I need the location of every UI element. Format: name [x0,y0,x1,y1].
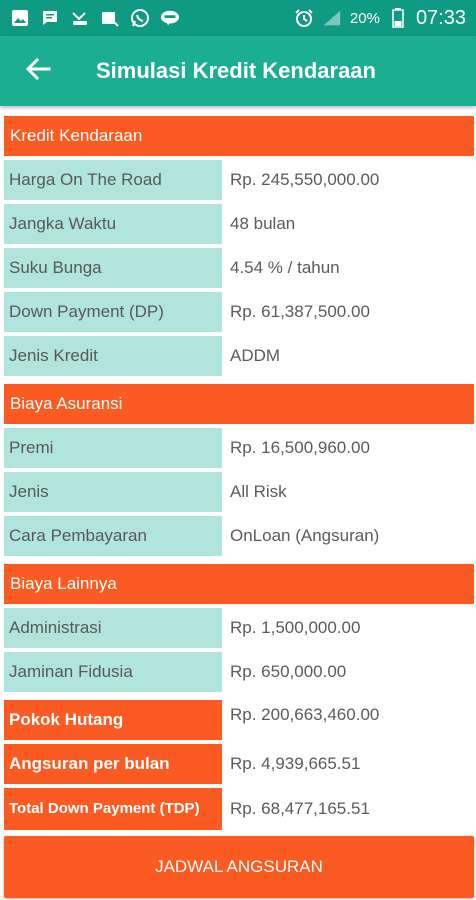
label-angsuran-per-bulan: Angsuran per bulan [4,744,222,784]
image-icon [10,8,30,28]
battery-icon [388,8,408,28]
jadwal-angsuran-button[interactable]: JADWAL ANGSURAN [4,836,474,898]
label-suku-bunga: Suku Bunga [4,248,222,288]
missed-call-icon [70,8,90,28]
section-header-kredit: Kredit Kendaraan [4,116,474,156]
status-bar: 20% 07:33 [0,0,476,36]
clock: 07:33 [415,6,466,29]
value-angsuran-per-bulan: Rp. 4,939,665.51 [230,754,361,773]
back-button[interactable] [8,36,68,106]
value-administrasi: Rp. 1,500,000.00 [230,618,361,637]
value-cara-pembayaran: OnLoan (Angsuran) [230,526,380,545]
value-harga-otr: Rp. 245,550,000.00 [230,170,380,189]
alarm-icon [294,8,314,28]
arrow-left-icon [25,56,51,87]
value-premi: Rp. 16,500,960.00 [230,438,370,457]
label-pokok-hutang: Pokok Hutang [4,700,222,740]
value-pokok-hutang: Rp. 200,663,460.00 [230,705,380,724]
label-jangka-waktu: Jangka Waktu [4,204,222,244]
label-jaminan-fidusia: Jaminan Fidusia [4,652,222,692]
value-total-down-payment: Rp. 68,477,165.51 [230,799,370,818]
page-title: Simulasi Kredit Kendaraan [96,58,376,83]
label-premi: Premi [4,428,222,468]
label-jenis-kredit: Jenis Kredit [4,336,222,376]
label-down-payment: Down Payment (DP) [4,292,222,332]
value-jaminan-fidusia: Rp. 650,000.00 [230,662,347,681]
whatsapp-icon [130,8,150,28]
system-icons: 20% 07:33 [294,0,476,36]
value-suku-bunga: 4.54 % / tahun [230,258,340,277]
section-header-lainnya: Biaya Lainnya [4,564,474,604]
notification-icons [0,0,180,36]
value-down-payment: Rp. 61,387,500.00 [230,302,370,321]
label-jenis-asuransi: Jenis [4,472,222,512]
message-icon [40,8,60,28]
credit-simulation-result: Kredit Kendaraan Harga On The Road Rp. 2… [0,106,476,834]
section-header-asuransi: Biaya Asuransi [4,384,474,424]
value-jenis-kredit: ADDM [230,346,281,365]
signal-icon [322,8,342,28]
value-jangka-waktu: 48 bulan [230,214,296,233]
value-jenis-asuransi: All Risk [230,482,287,501]
line-icon [160,8,180,28]
label-harga-otr: Harga On The Road [4,160,222,200]
label-total-down-payment: Total Down Payment (TDP) [4,788,222,830]
app-bar: Simulasi Kredit Kendaraan [0,36,476,106]
label-cara-pembayaran: Cara Pembayaran [4,516,222,556]
label-administrasi: Administrasi [4,608,222,648]
call-icon [100,8,120,28]
battery-percent: 20% [349,9,380,27]
